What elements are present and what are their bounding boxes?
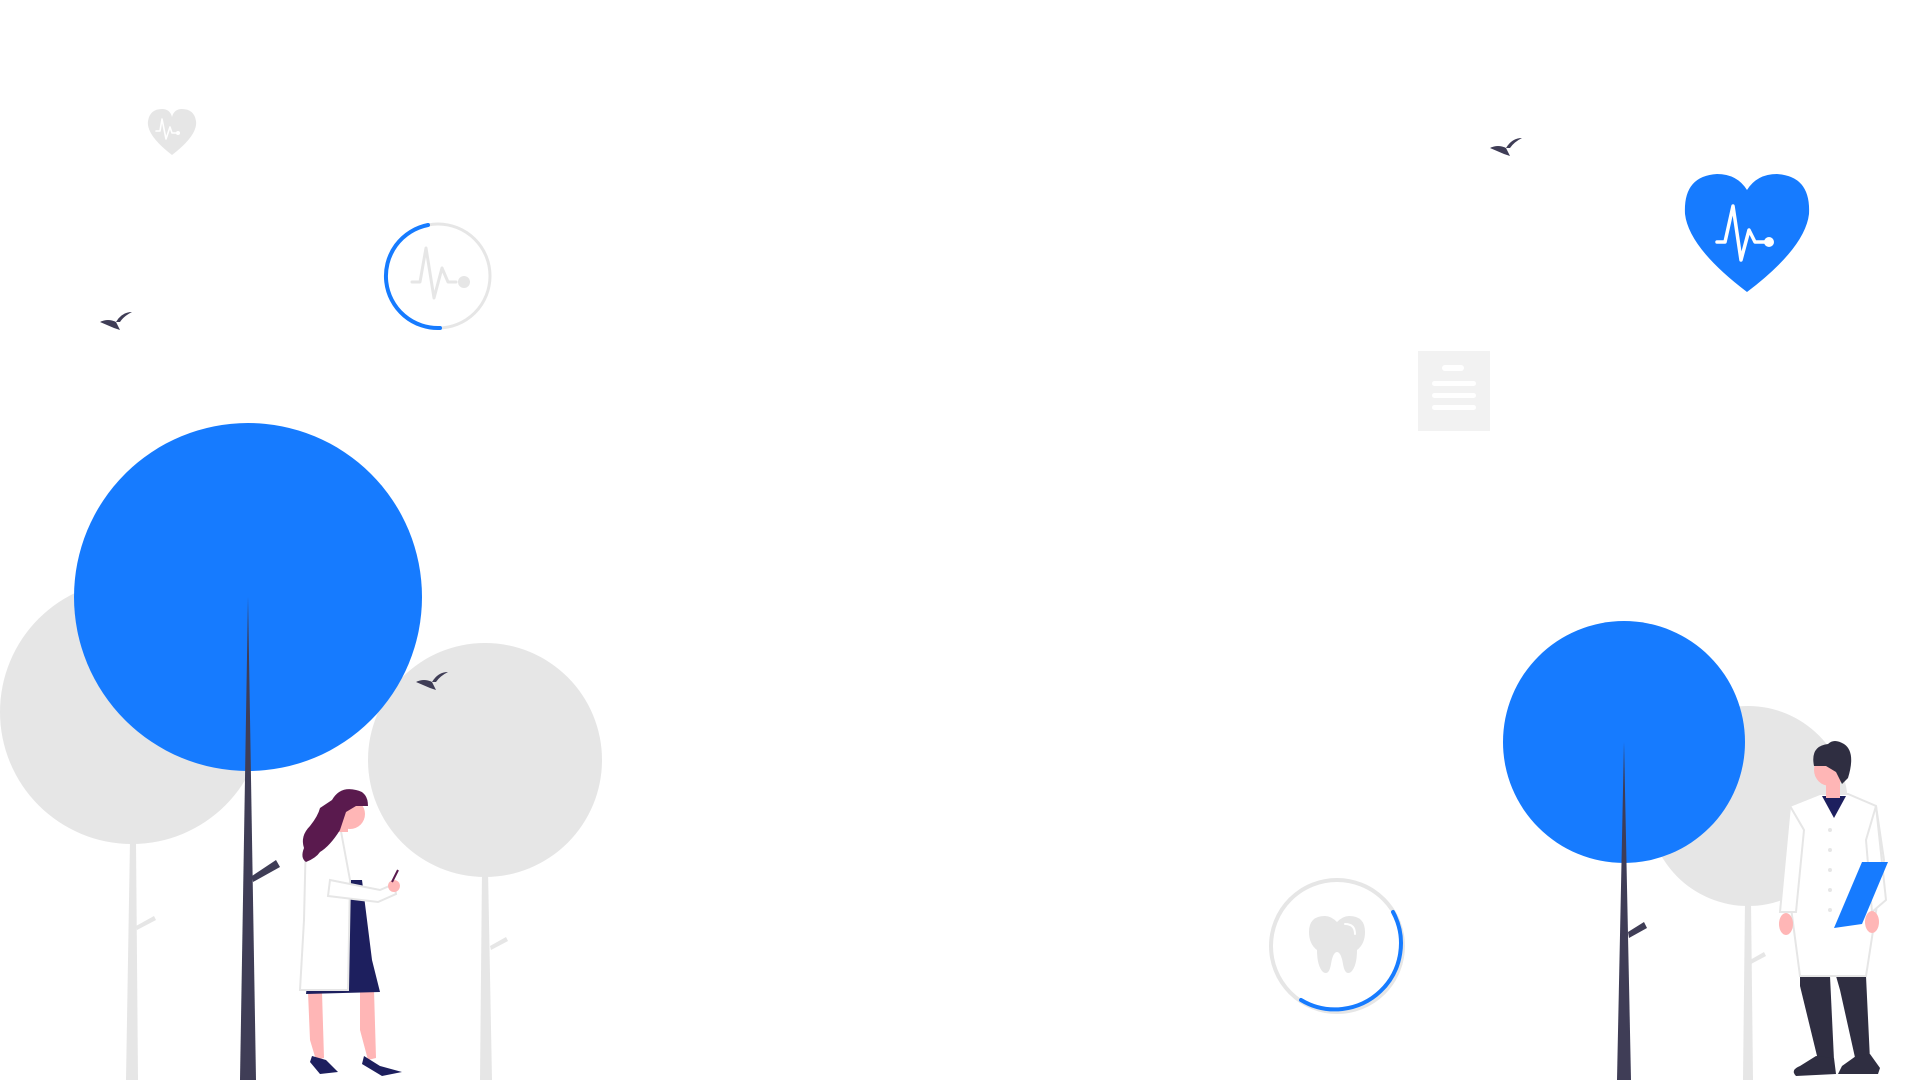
doctor-man-shoe-left — [1793, 1056, 1836, 1076]
heart-pulse-icon — [1684, 174, 1810, 292]
doctor-man-leg-left — [1800, 976, 1834, 1060]
tree-canopy-grey-middle — [368, 643, 602, 877]
doctor-man-leg-right — [1836, 976, 1870, 1062]
doctor-woman-hand — [388, 880, 400, 892]
doctor-man-hand-left — [1779, 913, 1793, 935]
tooth-progress-ring-icon — [1269, 878, 1405, 1014]
tree-branch-dark-left — [252, 860, 280, 882]
doctor-woman-shoe-right — [362, 1056, 402, 1076]
doctor-woman — [298, 789, 402, 1076]
doctor-man-hand-right — [1865, 911, 1879, 933]
doctor-woman-leg-left — [308, 992, 324, 1060]
doctor-woman-shoe-left — [310, 1056, 338, 1074]
tree-trunk-grey-middle — [480, 870, 492, 1080]
bird-icon — [1490, 138, 1522, 156]
doctor-man-shoe-right — [1838, 1054, 1880, 1074]
heart-pulse-icon — [147, 109, 197, 155]
document-icon — [1418, 351, 1490, 431]
bird-icon — [100, 312, 132, 330]
tree-branch-grey-right — [1750, 952, 1766, 964]
tree-trunk-grey-right — [1743, 900, 1753, 1080]
tree-branch-grey-middle — [490, 937, 508, 950]
tree-branch-dark-right — [1628, 922, 1647, 938]
medical-illustration-scene — [0, 109, 1888, 1080]
tree-trunk-grey-left — [126, 840, 138, 1080]
tree-branch-grey-left — [136, 916, 156, 930]
pulse-progress-ring-icon — [383, 222, 492, 331]
doctor-woman-leg-right — [360, 990, 376, 1060]
